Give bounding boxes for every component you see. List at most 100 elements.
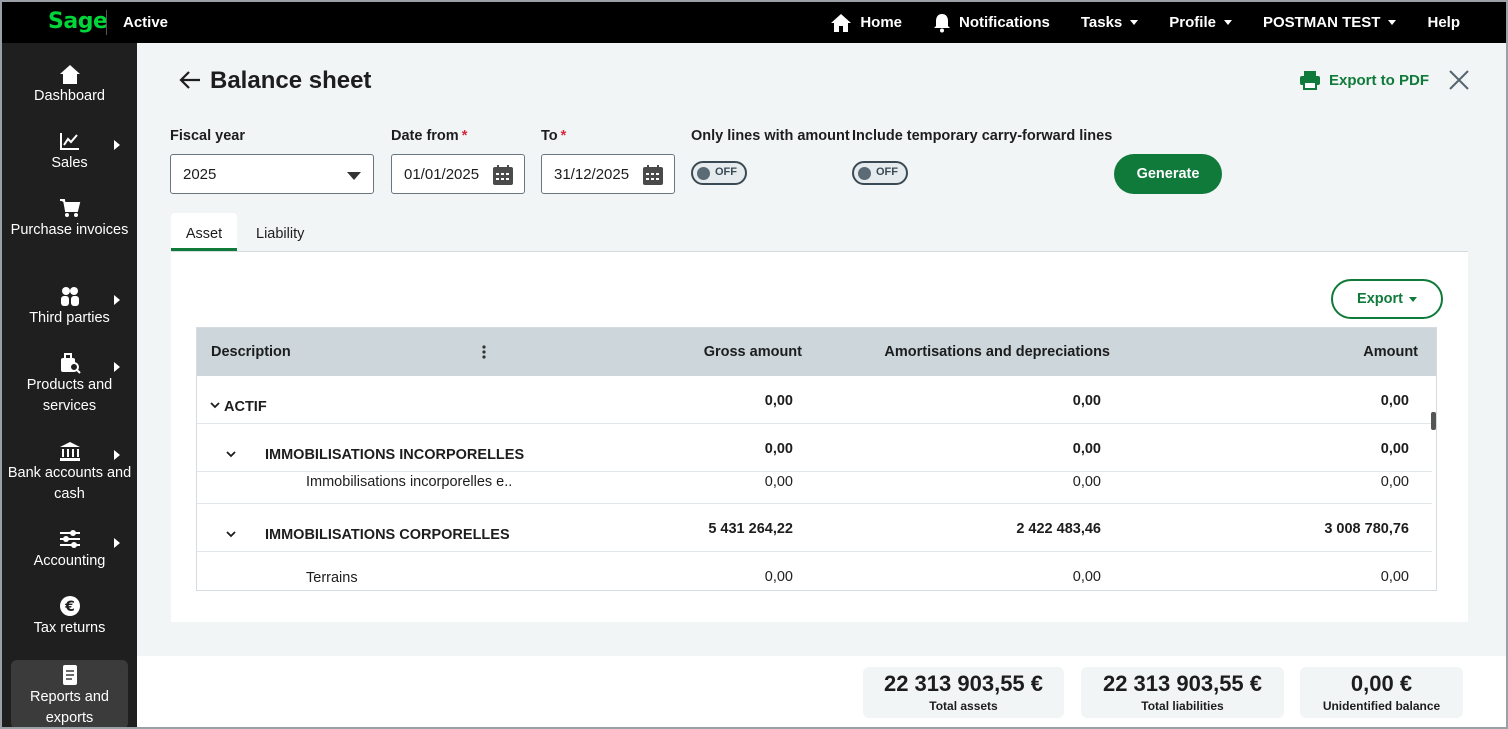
nav-home-label: Home [860,14,903,31]
sage-logo[interactable]: Sage [48,9,108,34]
nav-notifications[interactable]: Notifications [933,13,1050,33]
table-row[interactable]: Terrains 0,00 0,00 0,00 [197,552,1432,590]
chevron-right-icon [114,362,120,372]
fiscal-year-label: Fiscal year [170,128,245,144]
toggle-knob [697,167,710,180]
sidebar-item-sales[interactable]: Sales [2,130,137,174]
table-row[interactable]: ACTIF 0,00 0,00 0,00 [197,376,1432,424]
table-scrollbar[interactable] [1431,412,1436,430]
cart-icon [59,199,80,217]
row-amort: 0,00 [1072,569,1101,585]
sidebar-item-reports[interactable]: Reports and exports [11,660,128,727]
toggle-state: OFF [876,166,898,178]
chevron-down-icon [1130,20,1139,25]
col-amortisations[interactable]: Amortisations and depreciations [884,344,1110,360]
company-status[interactable]: Active [123,14,168,31]
row-amort: 0,00 [1072,393,1101,409]
close-icon[interactable] [1448,69,1470,91]
home-icon [831,13,852,32]
logo-divider [106,10,107,35]
row-amort: 0,00 [1072,474,1101,490]
sidebar: Dashboard Sales Purchase invoices Third … [2,43,137,727]
carry-forward-label: Include temporary carry-forward lines [852,128,1113,144]
nav-help[interactable]: Help [1427,14,1460,31]
row-amort: 0,00 [1072,441,1101,457]
export-pdf-label: Export to PDF [1329,71,1429,89]
nav-user-label: POSTMAN TEST [1262,14,1381,31]
date-to-field[interactable]: 31/12/2025 [541,154,675,194]
sidebar-item-label: Third parties [29,310,110,326]
printer-icon [1300,71,1320,90]
row-gross: 0,00 [764,441,793,457]
sidebar-item-third-parties[interactable]: Third parties [2,285,137,329]
euro-icon: € [59,596,80,616]
nav-profile[interactable]: Profile [1169,14,1232,31]
chevron-down-icon [1388,20,1397,25]
sidebar-item-label: Tax returns [33,620,106,636]
chevron-down-icon[interactable] [210,402,220,409]
row-amort: 2 422 483,46 [1016,521,1101,537]
export-label: Export [1357,291,1403,307]
row-description: ACTIF [224,399,267,415]
nav-home[interactable]: Home [830,13,902,33]
nav-user[interactable]: POSTMAN TEST [1263,14,1397,31]
unidentified-balance-label: Unidentified balance [1322,699,1441,713]
export-pdf-button[interactable]: Export to PDF [1299,70,1429,90]
table-header: Description Gross amount Amortisations a… [197,328,1436,376]
top-nav: Home Notifications Tasks Profile POSTMAN… [830,2,1506,43]
table-row[interactable]: Immobilisations incorporelles e.. 0,00 0… [197,472,1432,504]
chevron-down-icon[interactable] [226,531,236,538]
bell-icon [934,13,951,32]
sidebar-item-label: Bank accounts and cash [7,465,132,502]
chevron-right-icon [114,295,120,305]
toggle-state: OFF [715,166,737,178]
total-liabilities-card: 22 313 903,55 € Total liabilities [1081,667,1284,718]
nav-notifications-label: Notifications [959,14,1050,31]
back-arrow-icon[interactable] [178,69,202,91]
sidebar-item-bank-accounts[interactable]: Bank accounts and cash [2,440,137,505]
table-row[interactable]: IMMOBILISATIONS INCORPORELLES 0,00 0,00 … [197,424,1432,472]
col-amount[interactable]: Amount [1363,344,1418,360]
people-icon [60,287,79,306]
fiscal-year-select[interactable]: 2025 [170,154,374,194]
only-lines-toggle[interactable]: OFF [691,161,747,185]
tab-liability[interactable]: Liability [256,213,304,251]
sidebar-item-label: Reports and exports [30,689,109,726]
sidebar-item-accounting[interactable]: Accounting [2,528,137,572]
calendar-icon[interactable] [642,164,664,186]
col-description[interactable]: Description [211,344,291,360]
sidebar-item-label: Purchase invoices [10,222,129,238]
row-gross: 0,00 [764,474,793,490]
row-amount: 0,00 [1380,441,1409,457]
generate-button[interactable]: Generate [1114,154,1222,194]
row-amount: 0,00 [1380,474,1409,490]
row-amount: 3 008 780,76 [1324,521,1409,537]
box-search-icon [60,353,81,374]
table-row[interactable]: IMMOBILISATIONS CORPORELLES 5 431 264,22… [197,504,1432,552]
nav-help-label: Help [1427,14,1460,31]
column-menu-icon[interactable] [481,344,487,360]
sidebar-item-tax-returns[interactable]: € Tax returns [2,595,137,639]
app-window: Sage Active Home Notifications Tasks Pro… [0,0,1508,729]
date-from-field[interactable]: 01/01/2025 [391,154,525,194]
col-gross-amount[interactable]: Gross amount [704,344,802,360]
to-label: To * [541,128,566,144]
chevron-down-icon[interactable] [226,451,236,458]
export-button[interactable]: Export [1331,279,1443,319]
totals-bar: 22 313 903,55 € Total assets 22 313 903,… [137,656,1506,727]
sidebar-item-purchase-invoices[interactable]: Purchase invoices [2,197,137,241]
total-liabilities-label: Total liabilities [1141,699,1224,713]
date-from-label: Date from * [391,128,467,144]
sidebar-item-dashboard[interactable]: Dashboard [2,63,137,107]
nav-tasks-label: Tasks [1080,14,1123,31]
nav-profile-label: Profile [1169,14,1216,31]
total-liabilities-value: 22 313 903,55 € [1102,671,1263,696]
nav-tasks[interactable]: Tasks [1080,14,1139,31]
total-assets-value: 22 313 903,55 € [883,671,1044,696]
calendar-icon[interactable] [492,164,514,186]
bank-icon [59,442,80,461]
carry-forward-toggle[interactable]: OFF [852,161,908,185]
row-amount: 0,00 [1380,393,1409,409]
sidebar-item-products[interactable]: Products and services [2,352,137,417]
tab-asset[interactable]: Asset [171,213,237,251]
